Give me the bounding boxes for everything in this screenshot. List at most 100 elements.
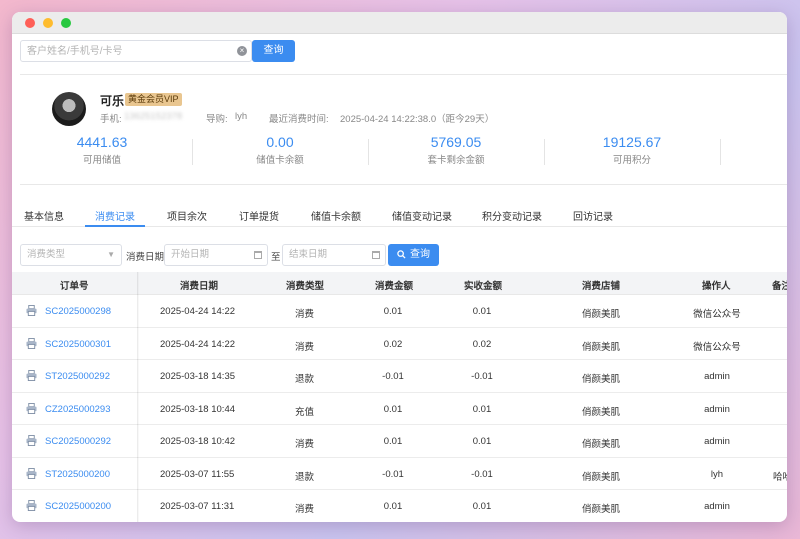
cell-date: 2025-03-18 10:44 (160, 403, 236, 415)
search-icon (397, 250, 406, 259)
active-tab-indicator (85, 225, 145, 227)
order-number-link[interactable]: SC2025000292 (45, 436, 111, 447)
stat-separator (192, 139, 193, 165)
cell-amount: 0.01 (383, 501, 403, 512)
calendar-icon (254, 251, 262, 259)
cell-date: 2025-03-18 10:42 (160, 436, 236, 447)
cell-amount: -0.01 (382, 371, 404, 382)
cell-note: 哈哈 (773, 471, 787, 483)
printer-icon[interactable] (26, 337, 37, 349)
stat-value: 19125.67 (602, 134, 662, 150)
filter-query-label: 查询 (410, 249, 430, 260)
order-number-link[interactable]: SC2025000200 (45, 501, 111, 512)
cell-type: 消费 (295, 341, 315, 353)
printer-icon[interactable] (26, 402, 37, 414)
cell-date: 2025-03-07 11:31 (160, 501, 235, 512)
tab-consumption-records[interactable]: 消费记录 (95, 208, 135, 223)
cell-amount: 0.01 (383, 306, 403, 317)
cell-store: 俏颜美肌 (582, 406, 621, 418)
end-date-placeholder: 结束日期 (289, 249, 328, 260)
tab-remaining-sessions[interactable]: 项目余次 (167, 208, 207, 223)
cell-received: -0.01 (471, 468, 493, 480)
maximize-window-button[interactable] (61, 18, 71, 28)
date-filter-label: 消费日期 (126, 252, 165, 263)
stat-value: 0.00 (266, 134, 294, 150)
column-header-date: 消费日期 (180, 281, 219, 292)
tab-stored-value-changes[interactable]: 储值变动记录 (392, 208, 452, 223)
cell-store: 俏颜美肌 (582, 439, 621, 450)
app-window: × 查询 可乐 黄金会员VIP 手机: 13625152378 导购: lyh … (12, 12, 787, 522)
column-header-order-no: 订单号 (60, 281, 89, 292)
minimize-window-button[interactable] (43, 18, 53, 28)
stat-separator (368, 139, 369, 165)
divider (20, 184, 787, 185)
tab-basic-info[interactable]: 基本信息 (24, 208, 64, 223)
table-row[interactable]: ST2025000200 2025-03-07 11:55 退款 -0.01 -0.01… (12, 458, 787, 490)
tab-stored-card-balance[interactable]: 储值卡余额 (311, 208, 361, 223)
stat-separator (720, 139, 721, 165)
tab-order-pickup[interactable]: 订单提货 (239, 208, 279, 223)
table-row[interactable]: SC2025000292 2025-03-18 10:42 消费 0.01 0.01 俏颜… (12, 425, 787, 458)
fixed-column-shadow (137, 272, 139, 522)
consumption-type-placeholder: 消费类型 (27, 249, 66, 260)
end-date-input[interactable]: 结束日期 (282, 244, 386, 266)
order-number-link[interactable]: ST2025000292 (45, 371, 110, 382)
close-window-button[interactable] (25, 18, 35, 28)
stat-value: 5769.05 (430, 134, 482, 150)
guide-label: 导购: (206, 114, 228, 125)
table-row[interactable]: SC2025000200 2025-03-07 11:31 消费 0.01 0.01 俏颜… (12, 490, 787, 522)
cell-operator: admin (704, 403, 730, 415)
customer-search-box: × (20, 40, 252, 62)
phone-value: 13625152378 (124, 111, 183, 122)
filter-query-button[interactable]: 查询 (388, 244, 439, 266)
consumption-type-select[interactable]: 消费类型 ▼ (20, 244, 122, 266)
cell-type: 充值 (295, 406, 315, 418)
cell-received: -0.01 (471, 371, 493, 382)
stat-available-points: 19125.67 可用积分 (572, 134, 692, 166)
cell-store: 俏颜美肌 (582, 471, 621, 483)
printer-icon[interactable] (26, 305, 37, 316)
table-row[interactable]: SC2025000298 2025-04-24 14:22 消费 0.01 0.01 俏颜… (12, 295, 787, 328)
table-row[interactable]: CZ2025000293 2025-03-18 10:44 充值 0.01 0.01 俏颜… (12, 393, 787, 425)
stat-stored-card-balance: 0.00 储值卡余额 (220, 134, 340, 166)
order-number-link[interactable]: SC2025000298 (45, 306, 111, 317)
cell-operator: admin (704, 501, 730, 512)
customer-search-button[interactable]: 查询 (252, 40, 295, 62)
stat-available-stored-value: 4441.63 可用储值 (42, 134, 162, 166)
table-row[interactable]: SC2025000301 2025-04-24 14:22 消费 0.02 0.02 俏颜… (12, 328, 787, 360)
start-date-input[interactable]: 开始日期 (164, 244, 268, 266)
date-range-separator: 至 (271, 252, 281, 263)
last-visit-value: 2025-04-24 14:22:38.0（距今29天） (340, 114, 495, 125)
title-bar (12, 12, 787, 34)
printer-icon[interactable] (26, 467, 37, 479)
clear-icon[interactable]: × (237, 46, 247, 56)
cell-date: 2025-03-18 14:35 (160, 371, 236, 382)
tab-follow-up-records[interactable]: 回访记录 (573, 208, 613, 223)
printer-icon[interactable] (26, 370, 37, 381)
order-number-link[interactable]: ST2025000200 (45, 469, 110, 480)
customer-name: 可乐 (100, 94, 125, 108)
stat-label: 储值卡余额 (256, 155, 304, 166)
cell-store: 俏颜美肌 (582, 341, 621, 353)
printer-icon[interactable] (26, 500, 37, 511)
table-row[interactable]: ST2025000292 2025-03-18 14:35 退款 -0.01 -0.01… (12, 360, 787, 393)
cell-received: 0.01 (472, 436, 492, 447)
phone-label: 手机: (100, 114, 122, 125)
tab-bar: 基本信息 消费记录 项目余次 订单提货 储值卡余额 储值变动记录 积分变动记录 … (12, 204, 787, 227)
guide-value: lyh (235, 111, 248, 122)
divider (20, 74, 787, 75)
cell-type: 消费 (295, 504, 315, 515)
vip-badge: 黄金会员VIP (125, 93, 182, 106)
start-date-placeholder: 开始日期 (171, 249, 210, 260)
tab-points-changes[interactable]: 积分变动记录 (482, 208, 542, 223)
cell-amount: 0.01 (383, 436, 403, 447)
customer-search-input[interactable] (21, 41, 231, 61)
last-visit-label: 最近消费时间: (269, 114, 329, 125)
order-number-link[interactable]: CZ2025000293 (45, 404, 111, 415)
cell-date: 2025-03-07 11:55 (160, 468, 235, 480)
order-number-link[interactable]: SC2025000301 (45, 339, 111, 350)
cell-store: 俏颜美肌 (582, 374, 621, 385)
calendar-icon (372, 251, 380, 259)
cell-amount: 0.01 (383, 403, 403, 415)
printer-icon[interactable] (26, 435, 37, 446)
